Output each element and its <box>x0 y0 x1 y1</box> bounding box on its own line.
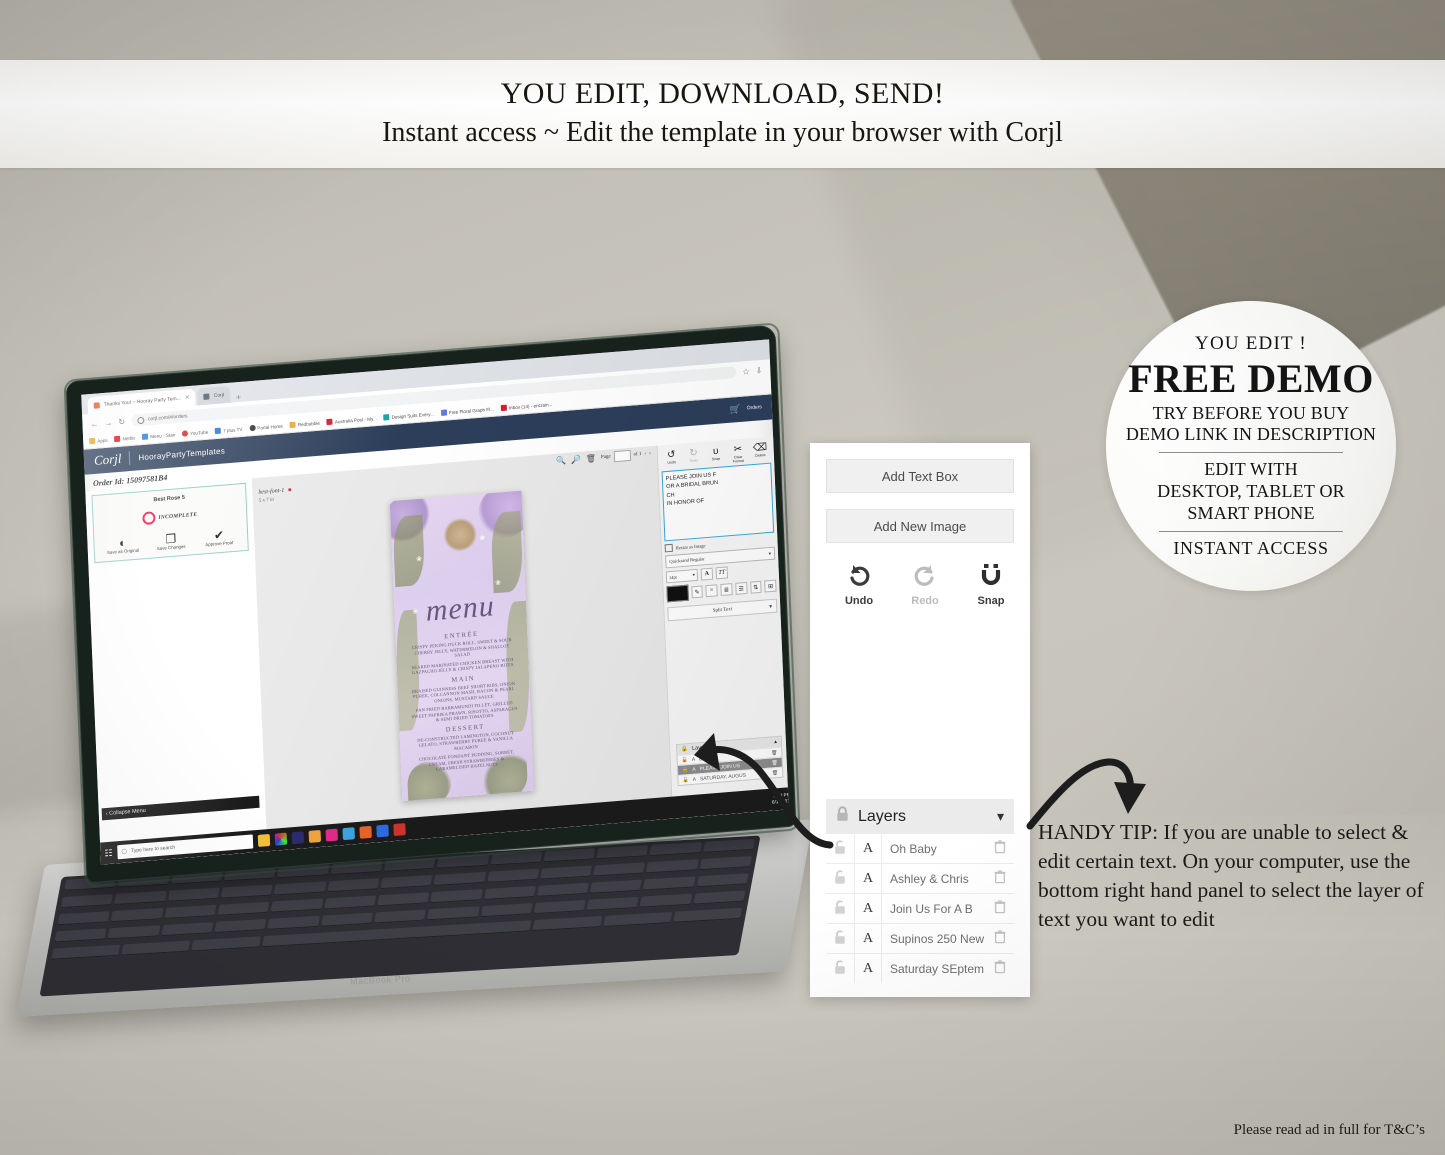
advertisement-listing-image: MacBook Pro Thanks You! ~ Hooray Party T… <box>0 0 1445 1155</box>
photo-vignette <box>0 0 1445 1155</box>
